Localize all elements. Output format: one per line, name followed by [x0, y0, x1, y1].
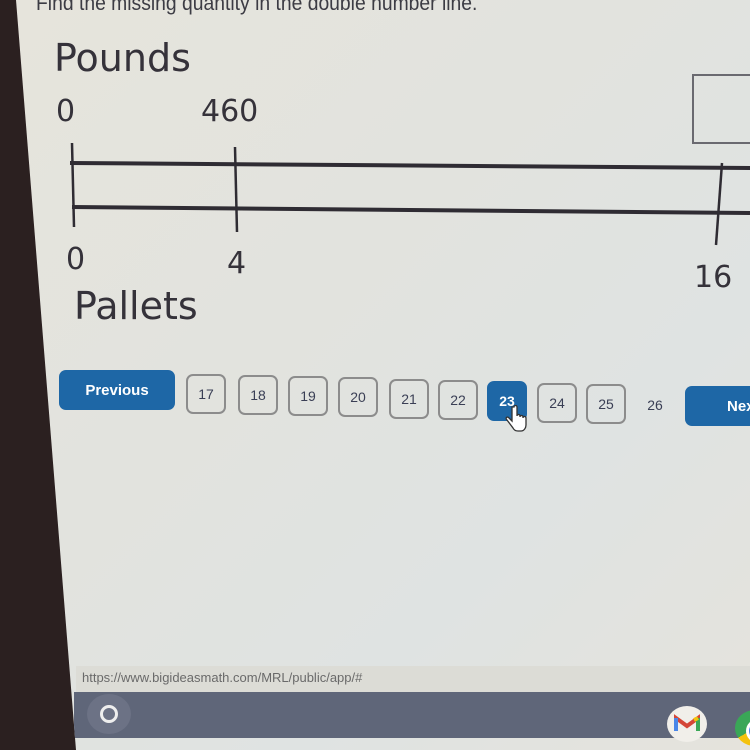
- tick-0: [70, 142, 76, 228]
- gmail-icon[interactable]: [667, 706, 707, 742]
- hand-cursor-icon: [505, 405, 527, 432]
- screen: Find the missing quantity in the double …: [16, 0, 750, 750]
- status-url: https://www.bigideasmath.com/MRL/public/…: [82, 670, 363, 685]
- bottom-tick-label-1: 4: [227, 246, 247, 281]
- tick-2: [714, 162, 724, 246]
- page-24-button[interactable]: 24: [537, 383, 577, 423]
- bottom-number-line: [71, 205, 750, 215]
- gmail-glyph: [674, 714, 700, 731]
- page-18-button[interactable]: 18: [238, 375, 278, 415]
- page-20-button[interactable]: 20: [338, 377, 378, 417]
- bottom-tick-label-0: 0: [66, 242, 86, 277]
- top-number-line: [69, 161, 750, 170]
- launcher-ring: [100, 705, 118, 723]
- page-19-button[interactable]: 19: [288, 376, 328, 416]
- tick-1: [233, 146, 239, 233]
- page-25-button[interactable]: 25: [586, 384, 626, 424]
- page-22-button[interactable]: 22: [438, 380, 478, 420]
- next-button[interactable]: Next: [685, 386, 750, 426]
- taskbar: [74, 692, 750, 738]
- bottom-axis-label: Pallets: [74, 284, 198, 328]
- page-26-button[interactable]: 26: [635, 385, 675, 425]
- page-17-button[interactable]: 17: [186, 374, 226, 414]
- page-21-button[interactable]: 21: [389, 379, 429, 419]
- bottom-tick-label-2: 16: [694, 260, 733, 295]
- previous-button[interactable]: Previous: [59, 370, 175, 410]
- launcher-icon[interactable]: [87, 694, 131, 734]
